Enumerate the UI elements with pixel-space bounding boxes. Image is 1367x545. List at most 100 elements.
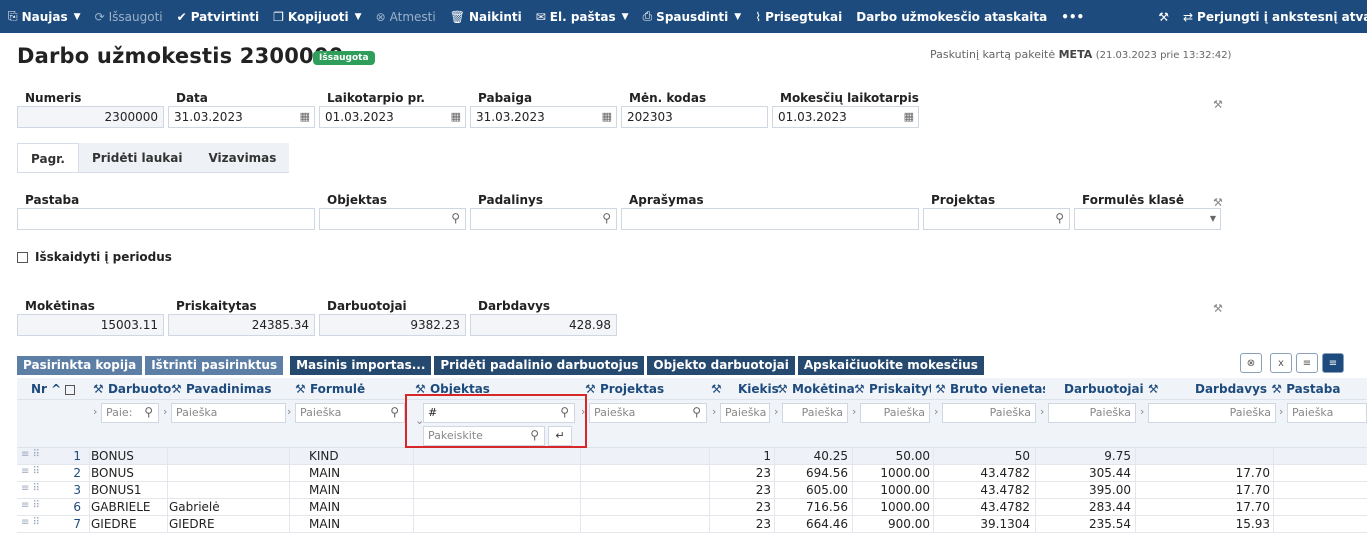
col-moketina[interactable]: ⚒ Mokėtina [777,382,854,396]
chevron-right-icon[interactable]: › [163,405,167,418]
cell-bruto[interactable]: 43.4782 [935,500,1030,514]
cell-darbuotojai[interactable]: 235.54 [1037,517,1131,531]
col-projektas[interactable]: ⚒ Projektas [585,382,664,396]
table-row[interactable]: ≡ ⠿ 6 GABRIELE Gabrielė MAIN 23 716.56 1000.00 4… [17,499,1367,516]
clear-filter-icon[interactable]: ⊗ [1240,353,1262,373]
filter-priskaityta[interactable]: Paieška [860,403,930,423]
excel-icon[interactable]: x [1270,353,1292,373]
col-nr[interactable]: Nr ^ [31,382,76,396]
split-periods-checkbox[interactable]: Išskaidyti į periodus [17,250,172,264]
drag-handle-icon[interactable]: ≡ ⠿ [21,483,40,494]
filter-bruto[interactable]: Paieška [942,403,1036,423]
aprasymas-field[interactable] [621,208,919,230]
table-row[interactable]: ≡ ⠿ 3 BONUS1 MAIN 23 605.00 1000.00 43.4782 395.… [17,482,1367,499]
checkbox-box[interactable] [17,251,28,263]
drag-handle-icon[interactable]: ≡ ⠿ [21,449,40,460]
print-button[interactable]: ⎙ Spausdinti ▼ [643,9,742,24]
cell-darbdavys[interactable]: 15.93 [1137,517,1270,531]
objektas-field[interactable]: ⚲ [319,208,466,230]
cell-nr[interactable]: 6 [67,500,81,514]
cell-formule[interactable]: MAIN [309,466,419,480]
cell-bruto[interactable]: 43.4782 [935,466,1030,480]
cell-kiekis[interactable]: 1 [667,449,771,463]
period-end-field[interactable]: 31.03.2023 ▦ [470,106,617,128]
select-all-checkbox[interactable] [65,384,76,395]
cell-moketina[interactable]: 694.56 [777,466,848,480]
cell-kiekis[interactable]: 23 [667,466,771,480]
mass-import-button[interactable]: Masinis importas... [290,356,432,375]
search-icon[interactable]: ⚲ [451,211,460,225]
calendar-icon[interactable]: ▦ [300,110,310,123]
cell-darbuotojai[interactable]: 395.00 [1037,483,1131,497]
object-employees-button[interactable]: Objekto darbuotojai [647,356,795,375]
table-row[interactable]: ≡ ⠿ 7 GIEDRE GIEDRE MAIN 23 664.46 900.00 39.130… [17,516,1367,533]
list-view-icon[interactable]: ≡ [1296,353,1318,373]
cell-darbuotojas[interactable]: BONUS1 [91,483,169,497]
delete-button[interactable]: 🗑 Naikinti [450,10,522,24]
cell-darbuotojas[interactable]: BONUS [91,466,169,480]
cell-nr[interactable]: 1 [67,449,81,463]
cell-pavadinimas[interactable]: GIEDRE [169,517,279,531]
chevron-right-icon[interactable]: › [1040,405,1044,418]
cell-formule[interactable]: KIND [309,449,419,463]
cell-moketina[interactable]: 605.00 [777,483,848,497]
cell-priskaityta[interactable]: 1000.00 [854,500,930,514]
month-code-field[interactable]: 202303 [621,106,768,128]
filter-pastaba[interactable]: Paieška [1287,403,1367,423]
cell-formule[interactable]: MAIN [309,500,419,514]
more-button[interactable]: ••• [1061,10,1084,24]
switch-view-button[interactable]: ⇄Perjungti į ankstesnį atvaizdavimą [1183,10,1367,24]
period-start-field[interactable]: 01.03.2023 ▦ [319,106,466,128]
cell-nr[interactable]: 7 [67,517,81,531]
cell-formule[interactable]: MAIN [309,483,419,497]
chevron-right-icon[interactable]: › [852,405,856,418]
chevron-right-icon[interactable]: › [712,405,716,418]
selected-copy-button[interactable]: Pasirinkta kopija [17,356,143,375]
cell-darbdavys[interactable]: 17.70 [1137,466,1270,480]
chevron-right-icon[interactable]: › [287,405,291,418]
calendar-icon[interactable]: ▦ [602,110,612,123]
cell-darbuotojai[interactable]: 305.44 [1037,466,1131,480]
date-field[interactable]: 31.03.2023 ▦ [168,106,315,128]
filter-kiekis[interactable]: Paieška [720,403,770,423]
cell-darbuotojai[interactable]: 283.44 [1037,500,1131,514]
cell-kiekis[interactable]: 23 [667,483,771,497]
cell-moketina[interactable]: 40.25 [777,449,848,463]
payroll-report-button[interactable]: Darbo užmokesčio ataskaita [856,10,1047,24]
calculate-taxes-button[interactable]: Apskaičiuokite mokesčius [797,356,984,375]
calendar-icon[interactable]: ▦ [904,110,914,123]
wrench-icon[interactable]: ⚒ [1158,10,1169,24]
padalinys-field[interactable]: ⚲ [470,208,617,230]
search-icon[interactable]: ⚲ [602,211,611,225]
email-button[interactable]: ✉ El. paštas ▼ [536,10,629,24]
filter-moketina[interactable]: Paieška [782,403,848,423]
new-button[interactable]: ⎘ Naujas ▼ [8,9,81,24]
col-bruto[interactable]: ⚒ Bruto vienetas ⚒ [935,382,1045,396]
cell-moketina[interactable]: 664.46 [777,517,848,531]
calendar-icon[interactable]: ▦ [451,110,461,123]
col-pavadinimas[interactable]: ⚒ Pavadinimas [171,382,272,396]
chevron-right-icon[interactable]: › [1140,405,1144,418]
filter-darbuotojai[interactable]: Paieška [1048,403,1136,423]
table-row[interactable]: ≡ ⠿ 2 BONUS MAIN 23 694.56 1000.00 43.4782 305.4… [17,465,1367,482]
filter-darbdavys[interactable]: Paieška [1148,403,1276,423]
chevron-right-icon[interactable]: › [934,405,938,418]
col-darbdavys[interactable]: Darbdavys ⚒ Pastaba [1195,382,1340,396]
pastaba-field[interactable] [17,208,315,230]
cell-moketina[interactable]: 716.56 [777,500,848,514]
table-row[interactable]: ≡ ⠿ 1 BONUS KIND 1 40.25 50.00 50 9.75 [17,448,1367,465]
col-formule[interactable]: ⚒ Formulė [295,382,365,396]
cell-priskaityta[interactable]: 1000.00 [854,483,930,497]
cell-darbuotojas[interactable]: GIEDRE [91,517,169,531]
filter-darbuotojas[interactable]: Paie: ⚲ [101,403,159,423]
attachments-button[interactable]: ⌇ Prisegtukai [755,10,842,24]
copy-button[interactable]: ❐ Kopijuoti ▼ [273,10,361,24]
delete-selected-button[interactable]: Ištrinti pasirinktus [145,356,284,375]
tab-pagr[interactable]: Pagr. [17,143,79,172]
cell-bruto[interactable]: 50 [935,449,1030,463]
drag-handle-icon[interactable]: ≡ ⠿ [21,500,40,511]
search-icon[interactable]: ⚲ [1055,211,1064,225]
tab-prideti-laukai[interactable]: Pridėti laukai [79,143,196,172]
chevron-right-icon[interactable]: › [93,405,97,418]
add-department-employees-button[interactable]: Pridėti padalinio darbuotojus [434,356,645,375]
